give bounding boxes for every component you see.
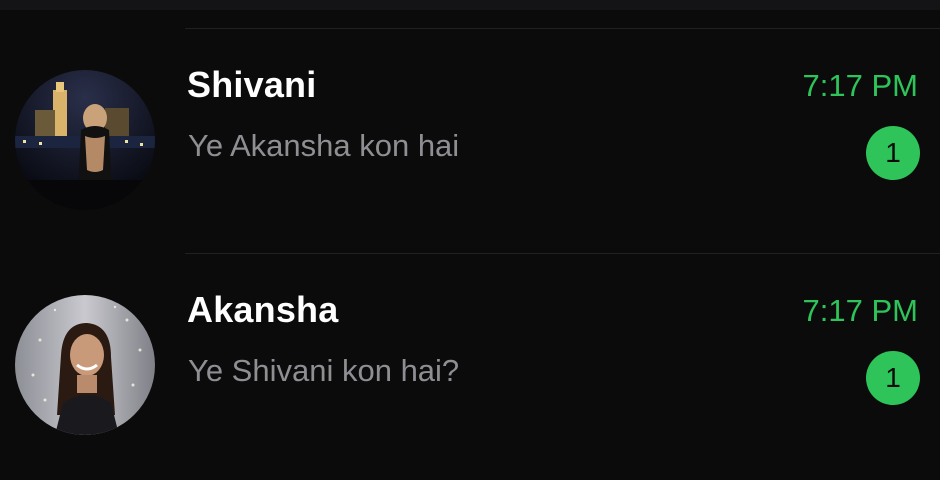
contact-name: Akansha <box>187 289 339 330</box>
avatar[interactable] <box>15 70 155 210</box>
message-time: 7:17 PM <box>802 293 918 328</box>
contact-name: Shivani <box>187 64 317 105</box>
unread-badge: 1 <box>866 351 920 405</box>
divider <box>185 28 940 29</box>
message-time: 7:17 PM <box>802 68 918 103</box>
unread-badge: 1 <box>866 126 920 180</box>
chat-row-shivani[interactable]: Shivani Ye Akansha kon hai 7:17 PM 1 <box>0 30 940 255</box>
top-bar <box>0 0 940 10</box>
divider <box>185 253 940 254</box>
profile-photo-city-night <box>15 70 155 210</box>
message-preview: Ye Shivani kon hai? <box>188 353 460 388</box>
avatar[interactable] <box>15 295 155 435</box>
chat-row-akansha[interactable]: Akansha Ye Shivani kon hai? 7:17 PM 1 <box>0 255 940 480</box>
message-preview: Ye Akansha kon hai <box>188 128 460 163</box>
profile-photo-woman-lights <box>15 295 155 435</box>
